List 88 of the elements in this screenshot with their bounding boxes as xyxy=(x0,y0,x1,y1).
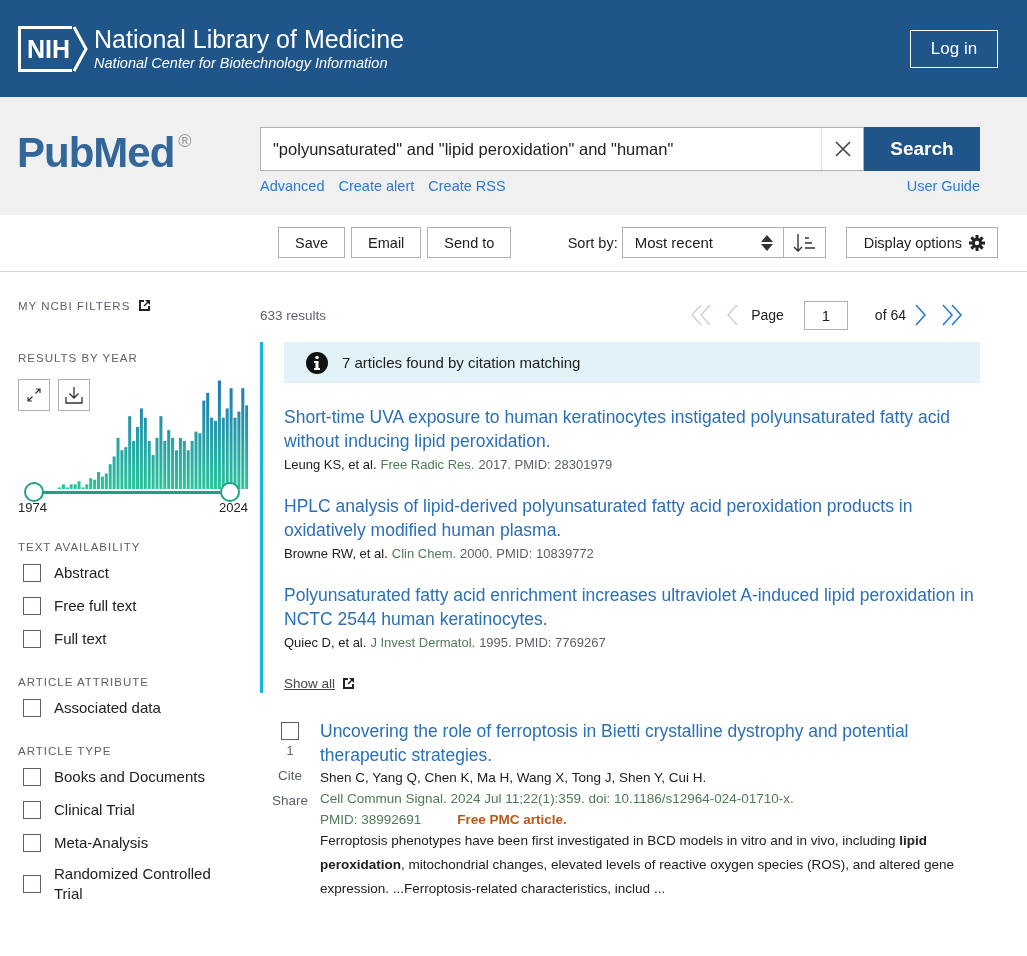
site-subtitle: National Center for Biotechnology Information xyxy=(94,54,389,72)
section-heading: RESULTS BY YEAR xyxy=(18,352,139,364)
nih-logo: NIH xyxy=(18,25,73,72)
checkbox[interactable] xyxy=(23,596,41,615)
checkbox[interactable] xyxy=(23,629,41,648)
info-icon xyxy=(306,351,328,374)
year-label: 1974 xyxy=(18,500,47,515)
slider-handle[interactable] xyxy=(24,482,44,502)
author-list: Leung KS, et al. xyxy=(284,457,377,472)
filter-label[interactable]: Meta-Analysis xyxy=(54,832,234,853)
checkbox[interactable] xyxy=(23,833,41,852)
publication-details: 2017. PMID: 28301979 xyxy=(478,457,613,472)
filter-label[interactable]: Books and Documents xyxy=(54,766,234,787)
external-link-icon xyxy=(138,299,152,312)
section-heading: TEXT AVAILABILITY xyxy=(18,541,142,553)
journal-name: Clin Chem. xyxy=(391,546,457,561)
search-button[interactable]: Search xyxy=(864,127,980,171)
page-label: Page xyxy=(751,307,784,323)
pmid-text: PMID: 38992691 xyxy=(320,812,422,827)
action-button[interactable]: Save xyxy=(278,227,346,258)
download-button[interactable] xyxy=(58,379,90,411)
site-title: National Library of Medicine xyxy=(94,25,404,54)
download-icon xyxy=(65,386,83,404)
checkbox[interactable] xyxy=(23,767,41,786)
result-number: 1 xyxy=(286,744,294,758)
search-link[interactable]: Create RSS xyxy=(428,178,506,194)
checkbox[interactable] xyxy=(23,563,41,582)
section-heading: ARTICLE TYPE xyxy=(18,745,113,757)
filter-label[interactable]: Associated data xyxy=(54,697,234,718)
checkbox[interactable] xyxy=(23,800,41,819)
article-title-link[interactable]: Uncovering the role of ferroptosis in Bietti crystalline dystrophy and potential therapeutic strategies. xyxy=(320,719,980,767)
up-down-arrows-icon xyxy=(760,234,773,251)
close-icon xyxy=(833,140,852,158)
publication-details: 2000. PMID: 10839772 xyxy=(460,546,594,561)
sort-order-icon xyxy=(793,232,816,253)
search-link[interactable]: Create alert xyxy=(338,178,415,194)
year-label: 2024 xyxy=(219,500,248,515)
journal-name: J Invest Dermatol. xyxy=(370,635,476,650)
article-checkbox[interactable] xyxy=(281,722,299,740)
author-list: Shen C, Yang Q, Chen K, Ma H, Wang X, Tong J, Shen Y, Cui H. xyxy=(320,770,980,785)
article-title-link[interactable]: Short-time UVA exposure to human keratinocytes instigated polyunsaturated fatty acid without inducing lipid peroxidation. xyxy=(284,405,980,453)
show-all-link[interactable]: Show all xyxy=(284,676,336,691)
display-options-button[interactable]: Display options xyxy=(845,227,998,258)
previous-page-icon xyxy=(726,303,739,327)
action-button[interactable]: Send to xyxy=(427,227,512,258)
login-button[interactable]: Log in xyxy=(910,29,998,68)
filters-heading: MY NCBI FILTERS xyxy=(18,299,131,312)
citation-text: Cell Commun Signal. 2024 Jul 11;22(1):359. doi: 10.1186/s12964-024-01710-x. xyxy=(320,791,795,806)
last-page-icon xyxy=(941,303,963,327)
results-count: 633 results xyxy=(260,307,327,323)
author-list: Browne RW, et al. xyxy=(284,546,388,561)
publication-details: 1995. PMID: 7769267 xyxy=(479,635,606,650)
expand-icon xyxy=(27,388,41,402)
free-article-label: Free PMC article. xyxy=(457,812,567,827)
pubmed-logo: PubMed xyxy=(17,128,175,178)
user-guide-link[interactable]: User Guide xyxy=(906,178,980,194)
checkbox[interactable] xyxy=(23,698,41,717)
registered-mark: ® xyxy=(178,131,192,152)
page-count: of 64 xyxy=(874,307,906,323)
journal-name: Free Radic Res. xyxy=(380,457,475,472)
banner-message: 7 articles found by citation matching xyxy=(342,354,581,371)
expand-button[interactable] xyxy=(18,379,50,411)
page-number-field[interactable]: 1 xyxy=(803,300,848,330)
slider-handle[interactable] xyxy=(220,482,240,502)
sort-dropdown[interactable]: Most recent xyxy=(621,227,784,258)
external-link-icon xyxy=(342,677,356,690)
section-heading: ARTICLE ATTRIBUTE xyxy=(18,676,150,688)
filter-label[interactable]: Full text xyxy=(54,628,234,649)
filter-label[interactable]: Free full text xyxy=(54,595,234,616)
sort-order-button[interactable] xyxy=(783,227,826,258)
filter-label[interactable]: Abstract xyxy=(54,562,234,583)
search-link[interactable]: Advanced xyxy=(260,178,325,194)
cite-link[interactable]: Cite xyxy=(278,768,302,783)
article-title-link[interactable]: Polyunsaturated fatty acid enrichment increases ultraviolet A-induced lipid peroxidation in NCTC 2544 human keratinocytes. xyxy=(284,583,980,631)
abstract-snippet: Ferroptosis phenotypes have been first investigated in BCD models in vitro and in vivo, including lipid peroxidation, mitochondrial changes, elevated levels of reactive oxygen species (ROS), and altered gene expression. ...Ferroptosis-related characteristics, includ ... xyxy=(320,832,956,898)
filter-label[interactable]: Clinical Trial xyxy=(54,799,234,820)
filter-label[interactable]: Randomized Controlled Trial xyxy=(54,864,234,904)
next-page-icon xyxy=(915,303,927,327)
author-list: Quiec D, et al. xyxy=(284,635,367,650)
chevron-icon xyxy=(72,24,89,73)
action-button[interactable]: Email xyxy=(351,227,422,258)
search-field[interactable]: "polyunsaturated" and "lipid peroxidation" and "human" xyxy=(260,127,864,171)
checkbox[interactable] xyxy=(23,875,41,893)
article-title-link[interactable]: HPLC analysis of lipid-derived polyunsaturated fatty acid peroxidation products in oxidatively modified human plasma. xyxy=(284,494,980,542)
first-page-icon xyxy=(690,303,713,327)
gear-icon xyxy=(969,234,985,251)
sort-label: Sort by: xyxy=(567,234,618,251)
share-link[interactable]: Share xyxy=(272,793,308,808)
